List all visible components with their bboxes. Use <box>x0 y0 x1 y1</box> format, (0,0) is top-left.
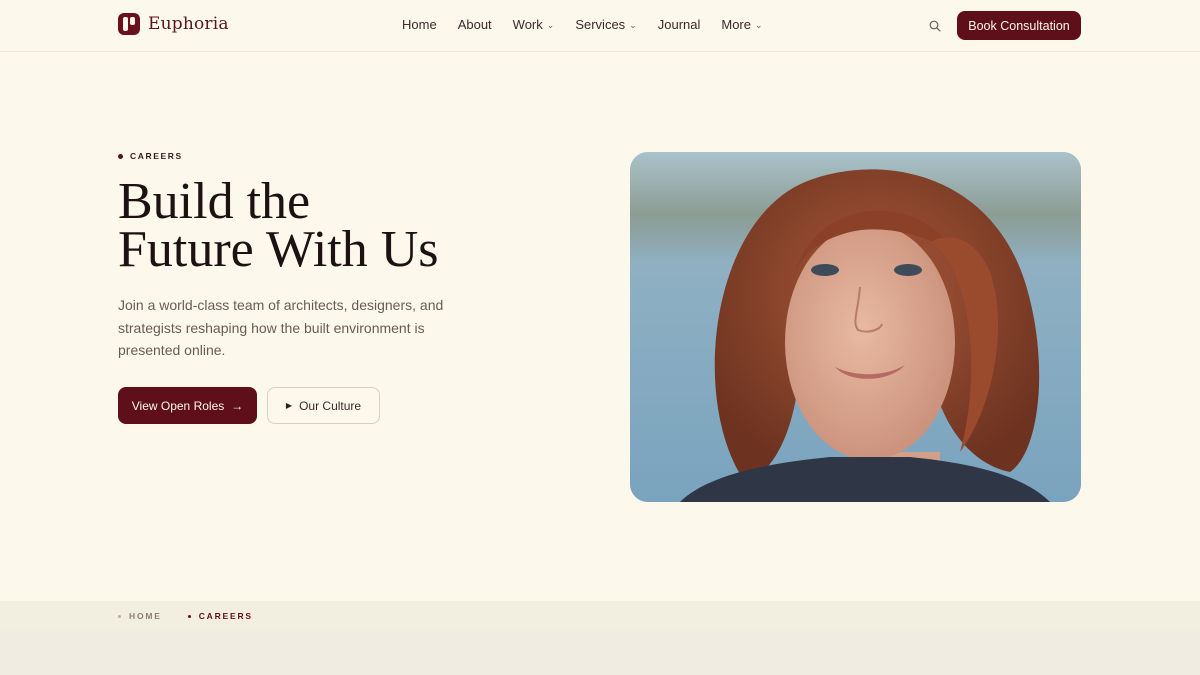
view-open-roles-button[interactable]: View Open Roles → <box>118 387 257 424</box>
nav-item-label: Work <box>512 17 543 32</box>
nav-item-journal[interactable]: Journal <box>658 17 701 32</box>
our-culture-button[interactable]: ▶ Our Culture <box>267 387 380 424</box>
breadcrumb-label: CAREERS <box>198 611 253 621</box>
button-label: View Open Roles <box>131 398 225 413</box>
nav-item-home[interactable]: Home <box>402 17 437 32</box>
next-section <box>0 631 1200 675</box>
nav-item-label: Home <box>402 17 437 32</box>
site-header: Euphoria Home About Work ⌄ Services ⌄ Jo… <box>0 0 1200 52</box>
play-icon: ▶ <box>285 401 293 410</box>
eyebrow-label: CAREERS <box>130 151 183 161</box>
chevron-down-icon: ⌄ <box>629 19 637 30</box>
nav-item-services[interactable]: Services ⌄ <box>575 17 636 32</box>
nav-item-label: Services <box>575 17 626 32</box>
breadcrumb-current: CAREERS <box>187 611 253 621</box>
brand-name: Euphoria <box>148 14 229 34</box>
nav-item-label: Journal <box>657 17 701 32</box>
page-title: Build the Future With Us <box>118 176 538 276</box>
nav-item-label: About <box>457 17 492 32</box>
nav-item-about[interactable]: About <box>458 17 492 32</box>
search-icon[interactable] <box>929 19 941 32</box>
book-consultation-button[interactable]: Book Consultation <box>957 11 1081 40</box>
chevron-down-icon: ⌄ <box>546 19 555 30</box>
arrow-right-icon: → <box>231 398 244 413</box>
logo-mark-icon <box>118 13 140 35</box>
brand-logo[interactable]: Euphoria <box>118 12 229 36</box>
breadcrumb-bar: HOME CAREERS <box>0 601 1200 631</box>
chevron-down-icon: ⌄ <box>755 19 763 30</box>
breadcrumb: HOME CAREERS <box>118 611 253 621</box>
bullet-dot-icon <box>118 153 123 159</box>
nav-item-more[interactable]: More ⌄ <box>721 17 762 32</box>
breadcrumb-label: HOME <box>129 611 162 621</box>
title-line-2: Future With Us <box>118 221 439 278</box>
hero-description: Join a world-class team of architects, d… <box>118 297 444 358</box>
bullet-dot-icon <box>118 614 121 618</box>
nav-item-work[interactable]: Work ⌄ <box>513 17 555 32</box>
nav-item-label: More <box>721 17 751 32</box>
hero-eyebrow: CAREERS <box>118 151 183 161</box>
button-label: Our Culture <box>299 398 362 413</box>
portrait-photo <box>630 152 1081 502</box>
bullet-dot-icon <box>187 614 191 618</box>
breadcrumb-home[interactable]: HOME <box>118 611 162 621</box>
main-nav: Home About Work ⌄ Services ⌄ Journal Mor… <box>402 17 763 32</box>
